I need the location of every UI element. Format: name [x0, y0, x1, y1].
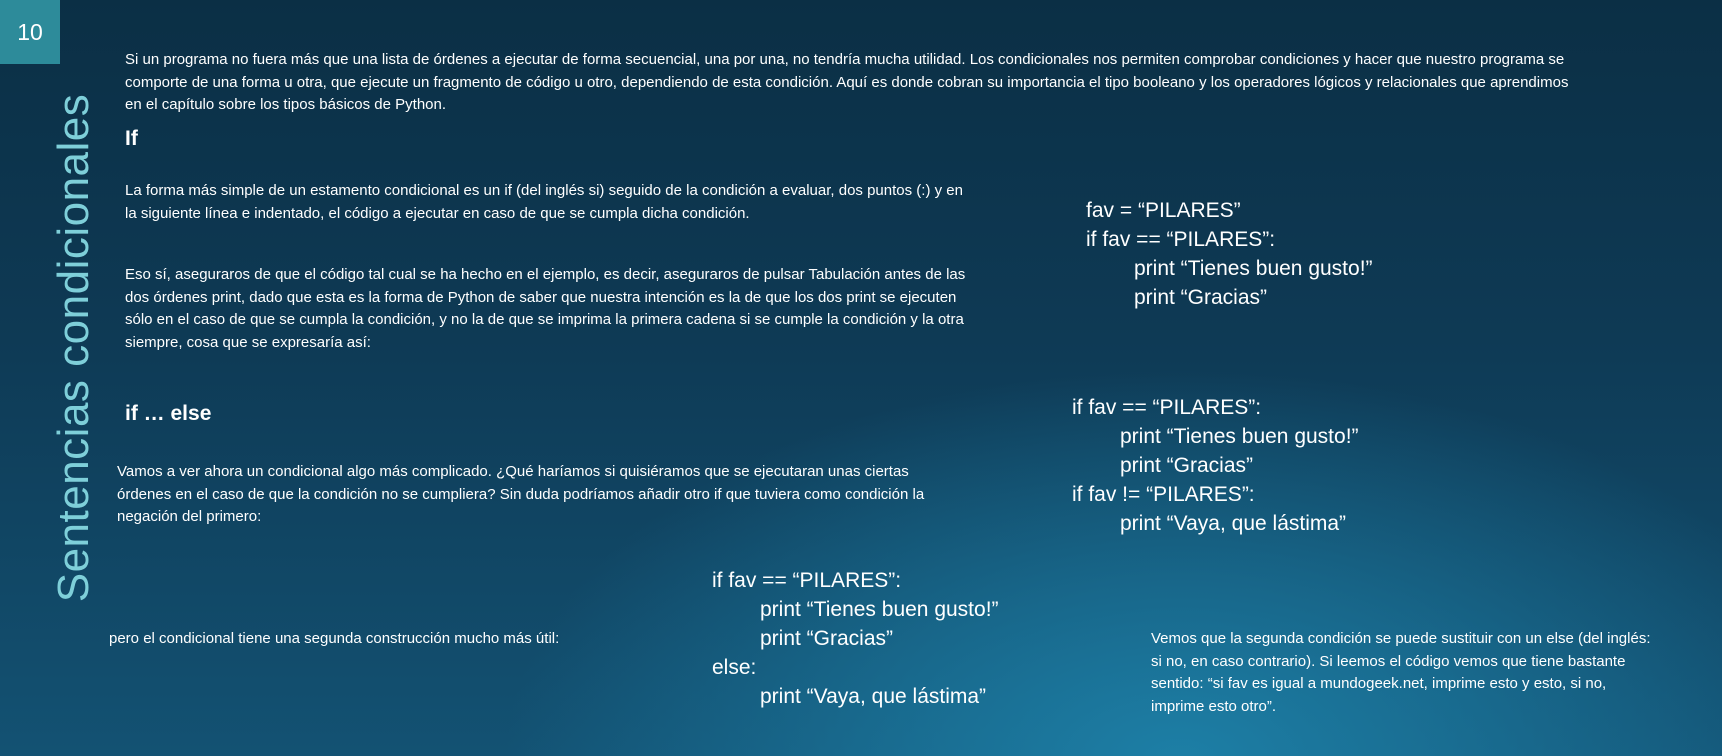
code-line: print “Gracias” — [1120, 454, 1254, 477]
code-line: print “Tienes buen gusto!” — [760, 598, 999, 621]
intro-paragraph: Si un programa no fuera más que una list… — [125, 51, 1569, 113]
code-line: print “Gracias” — [760, 627, 894, 650]
code-line: print “Gracias” — [1134, 286, 1268, 309]
else-explanation-paragraph: Vemos que la segunda condición se puede … — [1151, 630, 1651, 715]
ifelse-heading: if … else — [125, 402, 212, 425]
if-heading: If — [125, 127, 138, 150]
ifelse-paragraph: Vamos a ver ahora un condicional algo má… — [117, 463, 925, 525]
code-line: fav = “PILARES” — [1086, 199, 1241, 222]
code-line: if fav == “PILARES”: — [1086, 228, 1276, 251]
code-block-double-if: if fav == “PILARES”: print “Tienes buen … — [1072, 393, 1359, 538]
code-line: print “Tienes buen gusto!” — [1134, 257, 1373, 280]
code-line: if fav == “PILARES”: — [1072, 396, 1262, 419]
code-line: if fav != “PILARES”: — [1072, 483, 1255, 506]
code-block-else: if fav == “PILARES”: print “Tienes buen … — [712, 566, 999, 711]
code-line: else: — [712, 656, 757, 679]
code-line: print “Tienes buen gusto!” — [1120, 425, 1359, 448]
else-intro-paragraph: pero el condicional tiene una segunda co… — [109, 630, 560, 647]
slide-number: 10 — [0, 0, 60, 64]
code-line: print “Vaya, que lástima” — [1120, 512, 1347, 535]
indent-paragraph: Eso sí, aseguraros de que el código tal … — [125, 266, 966, 351]
code-block-if: fav = “PILARES” if fav == “PILARES”: pri… — [1086, 196, 1373, 312]
code-line: print “Vaya, que lástima” — [760, 685, 987, 708]
code-line: if fav == “PILARES”: — [712, 569, 902, 592]
slide-title: Sentencias condicionales — [49, 93, 98, 603]
if-paragraph: La forma más simple de un estamento cond… — [125, 182, 963, 222]
